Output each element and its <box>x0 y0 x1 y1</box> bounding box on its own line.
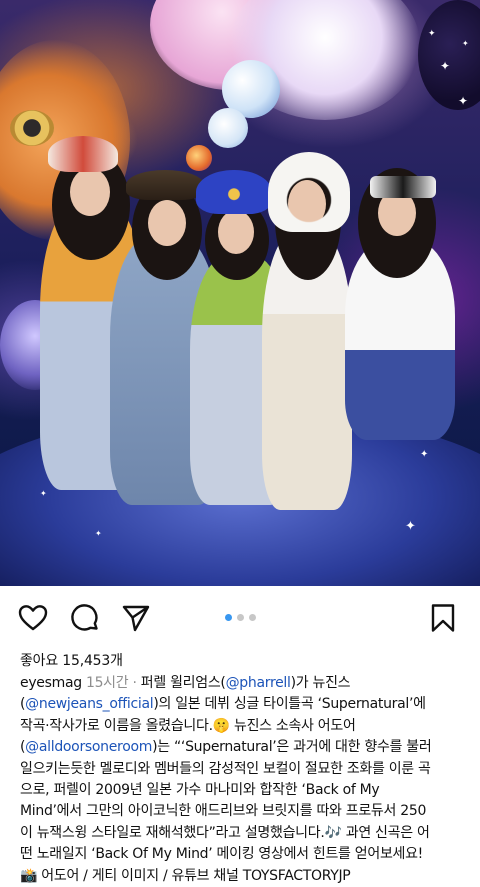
bg-planet <box>418 0 480 110</box>
star-icon: ✦ <box>405 519 416 534</box>
carousel-dot[interactable] <box>248 614 256 621</box>
mention-link[interactable]: @pharrell <box>226 675 291 691</box>
caption-line: (@newjeans_official)의 일본 데뷔 싱글 타이틀곡 ‘Sup… <box>20 694 468 715</box>
star-icon: ✦ <box>40 489 47 498</box>
member-face <box>148 200 186 246</box>
carousel-dot-active[interactable] <box>224 614 232 621</box>
caption-line: 이 뉴잭스윙 스타일로 재해석했다”라고 설명했습니다.🎶 과연 신곡은 어 <box>20 824 430 841</box>
star-icon: ✦ <box>440 59 451 73</box>
star-icon: ✦ <box>458 94 469 108</box>
mention-link[interactable]: @alldoorsoneroom <box>25 739 152 755</box>
member-cap <box>126 170 204 200</box>
member-face <box>70 168 110 216</box>
member-cap <box>196 170 272 214</box>
username-link[interactable]: eyesmag <box>20 675 82 691</box>
caption-line: 📸 어도어 / 게티 이미지 / 유튜브 채널 TOYSFACTORYJP <box>20 867 351 884</box>
separator: · <box>128 675 141 691</box>
caption-text: )는 “‘Supernatural’은 과거에 대한 향수를 불러 <box>152 739 432 756</box>
caption-text: )의 일본 데뷔 싱글 타이틀곡 ‘Supernatural’에 <box>153 696 426 713</box>
bg-cat-eye <box>10 110 54 146</box>
member-headband <box>370 176 436 198</box>
member-hood <box>268 152 350 232</box>
post-actions <box>0 596 480 640</box>
carousel-dot[interactable] <box>236 614 244 621</box>
member-face <box>218 210 254 254</box>
mention-link[interactable]: @newjeans_official <box>25 696 153 712</box>
bookmark-icon[interactable] <box>427 602 459 634</box>
caption-line: 으로, 퍼렐이 2009년 일본 가수 마나미와 합작한 ‘Back of My <box>20 782 380 799</box>
star-icon: ✦ <box>428 29 436 39</box>
like-count[interactable]: 좋아요 15,453개 <box>20 650 123 670</box>
member-cap <box>48 136 118 172</box>
star-icon: ✦ <box>420 449 429 460</box>
caption-line: (@alldoorsoneroom)는 “‘Supernatural’은 과거에… <box>20 737 468 758</box>
star-icon: ✦ <box>462 39 469 48</box>
star-icon: ✦ <box>95 529 102 538</box>
post-photo[interactable]: ✦ ✦ ✦ ✦ ✦ ✦ ✦ ✦ <box>0 0 480 586</box>
bg-planet <box>186 145 212 171</box>
caption-text: 퍼렐 윌리엄스( <box>140 675 226 691</box>
caption-line: Mind’에서 그만의 아이코닉한 애드리브와 브릿지를 따와 프로듀서 250 <box>20 803 427 820</box>
caption-line: eyesmag 15시간 · 퍼렐 윌리엄스(@pharrell)가 뉴진스 <box>20 673 468 694</box>
caption-text: )가 뉴진스 <box>290 675 351 691</box>
post-time: 15시간 <box>85 675 129 691</box>
carousel-indicator <box>0 614 480 621</box>
caption-line: 일으키는듯한 멜로디와 멤버들의 감성적인 보컬이 절묘한 조화를 이룬 곡 <box>20 760 431 777</box>
bg-planet <box>208 108 248 148</box>
caption-line: 작곡·작사가로 이름을 올렸습니다.🤫 뉴진스 소속사 어도어 <box>20 717 356 734</box>
